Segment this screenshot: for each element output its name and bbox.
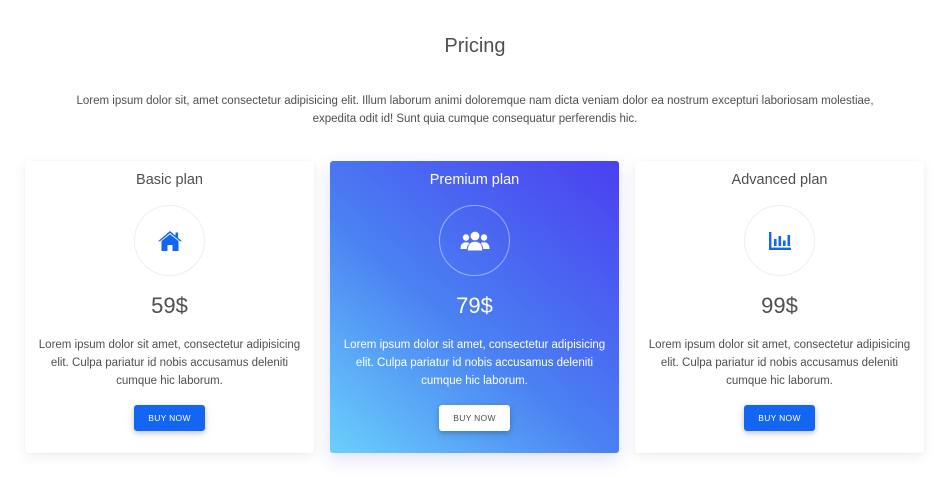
plan-price: 79$ xyxy=(456,293,493,318)
pricing-card-premium: Premium plan 79$ Lorem ipsum dolor sit a… xyxy=(330,161,619,453)
icon-circle xyxy=(439,205,510,276)
pricing-cards: Basic plan 59$ Lorem ipsum dolor sit ame… xyxy=(25,161,925,453)
buy-now-button-basic[interactable]: BUY NOW xyxy=(134,405,205,431)
plan-price: 99$ xyxy=(761,293,798,318)
buy-now-button-advanced[interactable]: BUY NOW xyxy=(744,405,815,431)
page-title: Pricing xyxy=(444,35,506,57)
pricing-card-advanced: Advanced plan 99$ Lorem ipsum dolor sit … xyxy=(635,161,924,453)
home-icon xyxy=(157,230,182,251)
chart-bar-icon xyxy=(768,231,791,250)
plan-price: 59$ xyxy=(151,293,188,318)
pricing-card-basic: Basic plan 59$ Lorem ipsum dolor sit ame… xyxy=(25,161,314,453)
users-icon xyxy=(460,231,489,250)
plan-name: Premium plan xyxy=(429,172,520,188)
plan-name: Advanced plan xyxy=(731,172,828,188)
plan-name: Basic plan xyxy=(136,172,203,188)
icon-circle xyxy=(744,205,815,276)
plan-description: Lorem ipsum dolor sit amet, consectetur … xyxy=(343,339,606,387)
section-description: Lorem ipsum dolor sit, amet consectetur … xyxy=(76,95,874,125)
icon-circle xyxy=(134,205,205,276)
buy-now-button-premium[interactable]: BUY NOW xyxy=(439,405,510,431)
plan-description: Lorem ipsum dolor sit amet, consectetur … xyxy=(648,339,911,387)
plan-description: Lorem ipsum dolor sit amet, consectetur … xyxy=(38,339,301,387)
